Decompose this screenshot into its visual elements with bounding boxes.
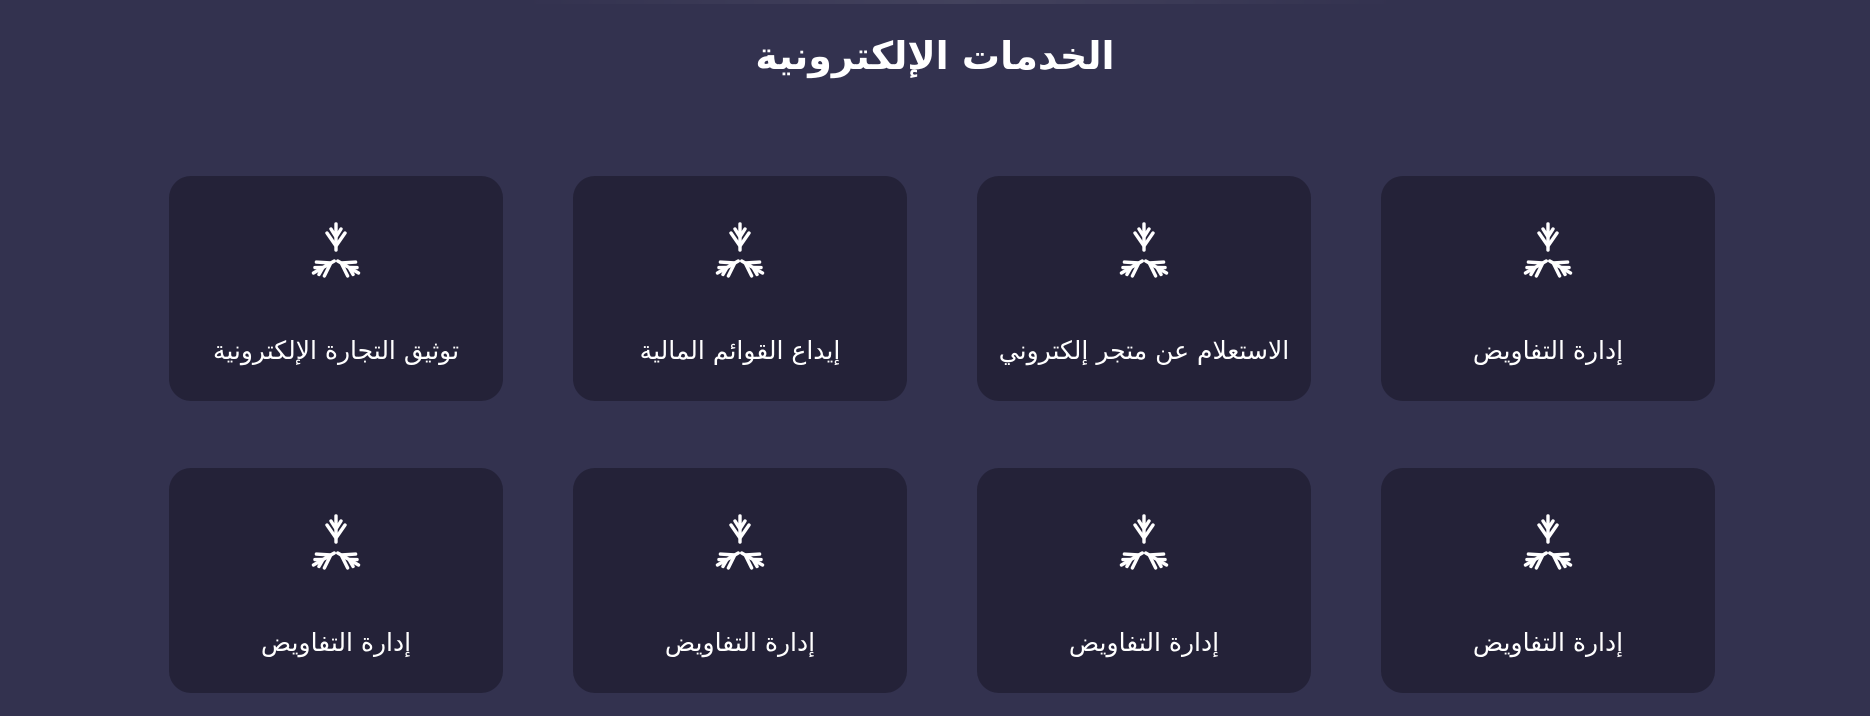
service-card-ecommerce-store-inquiry[interactable]: الاستعلام عن متجر إلكتروني <box>977 176 1311 401</box>
tri-leaf-logo-icon <box>708 220 772 284</box>
tri-leaf-logo-icon <box>708 512 772 576</box>
services-grid: إدارة التفاويض الاستعلام عن متجر إلكترون… <box>169 176 1715 693</box>
tri-leaf-logo-icon <box>1112 512 1176 576</box>
service-card-label: إدارة التفاويض <box>1472 336 1624 365</box>
service-card-delegation-management-2[interactable]: إدارة التفاويض <box>1381 468 1715 693</box>
service-card-delegation-management-3[interactable]: إدارة التفاويض <box>977 468 1311 693</box>
service-card-delegation-management-5[interactable]: إدارة التفاويض <box>169 468 503 693</box>
service-card-label: إدارة التفاويض <box>260 628 412 657</box>
service-card-label: الاستعلام عن متجر إلكتروني <box>998 336 1290 365</box>
service-card-label: توثيق التجارة الإلكترونية <box>212 336 460 365</box>
tri-leaf-logo-icon <box>1516 512 1580 576</box>
tri-leaf-logo-icon <box>304 512 368 576</box>
tri-leaf-logo-icon <box>304 220 368 284</box>
service-card-delegation-management-4[interactable]: إدارة التفاويض <box>573 468 907 693</box>
service-card-label: إدارة التفاويض <box>1068 628 1220 657</box>
service-card-label: إدارة التفاويض <box>1472 628 1624 657</box>
service-card-label: إدارة التفاويض <box>664 628 816 657</box>
service-card-label: إيداع القوائم المالية <box>639 336 841 365</box>
tri-leaf-logo-icon <box>1112 220 1176 284</box>
service-card-financial-statements-filing[interactable]: إيداع القوائم المالية <box>573 176 907 401</box>
top-highlight <box>520 0 1400 4</box>
tri-leaf-logo-icon <box>1516 220 1580 284</box>
page-title: الخدمات الإلكترونية <box>755 34 1115 78</box>
service-card-delegation-management-1[interactable]: إدارة التفاويض <box>1381 176 1715 401</box>
service-card-ecommerce-authentication[interactable]: توثيق التجارة الإلكترونية <box>169 176 503 401</box>
